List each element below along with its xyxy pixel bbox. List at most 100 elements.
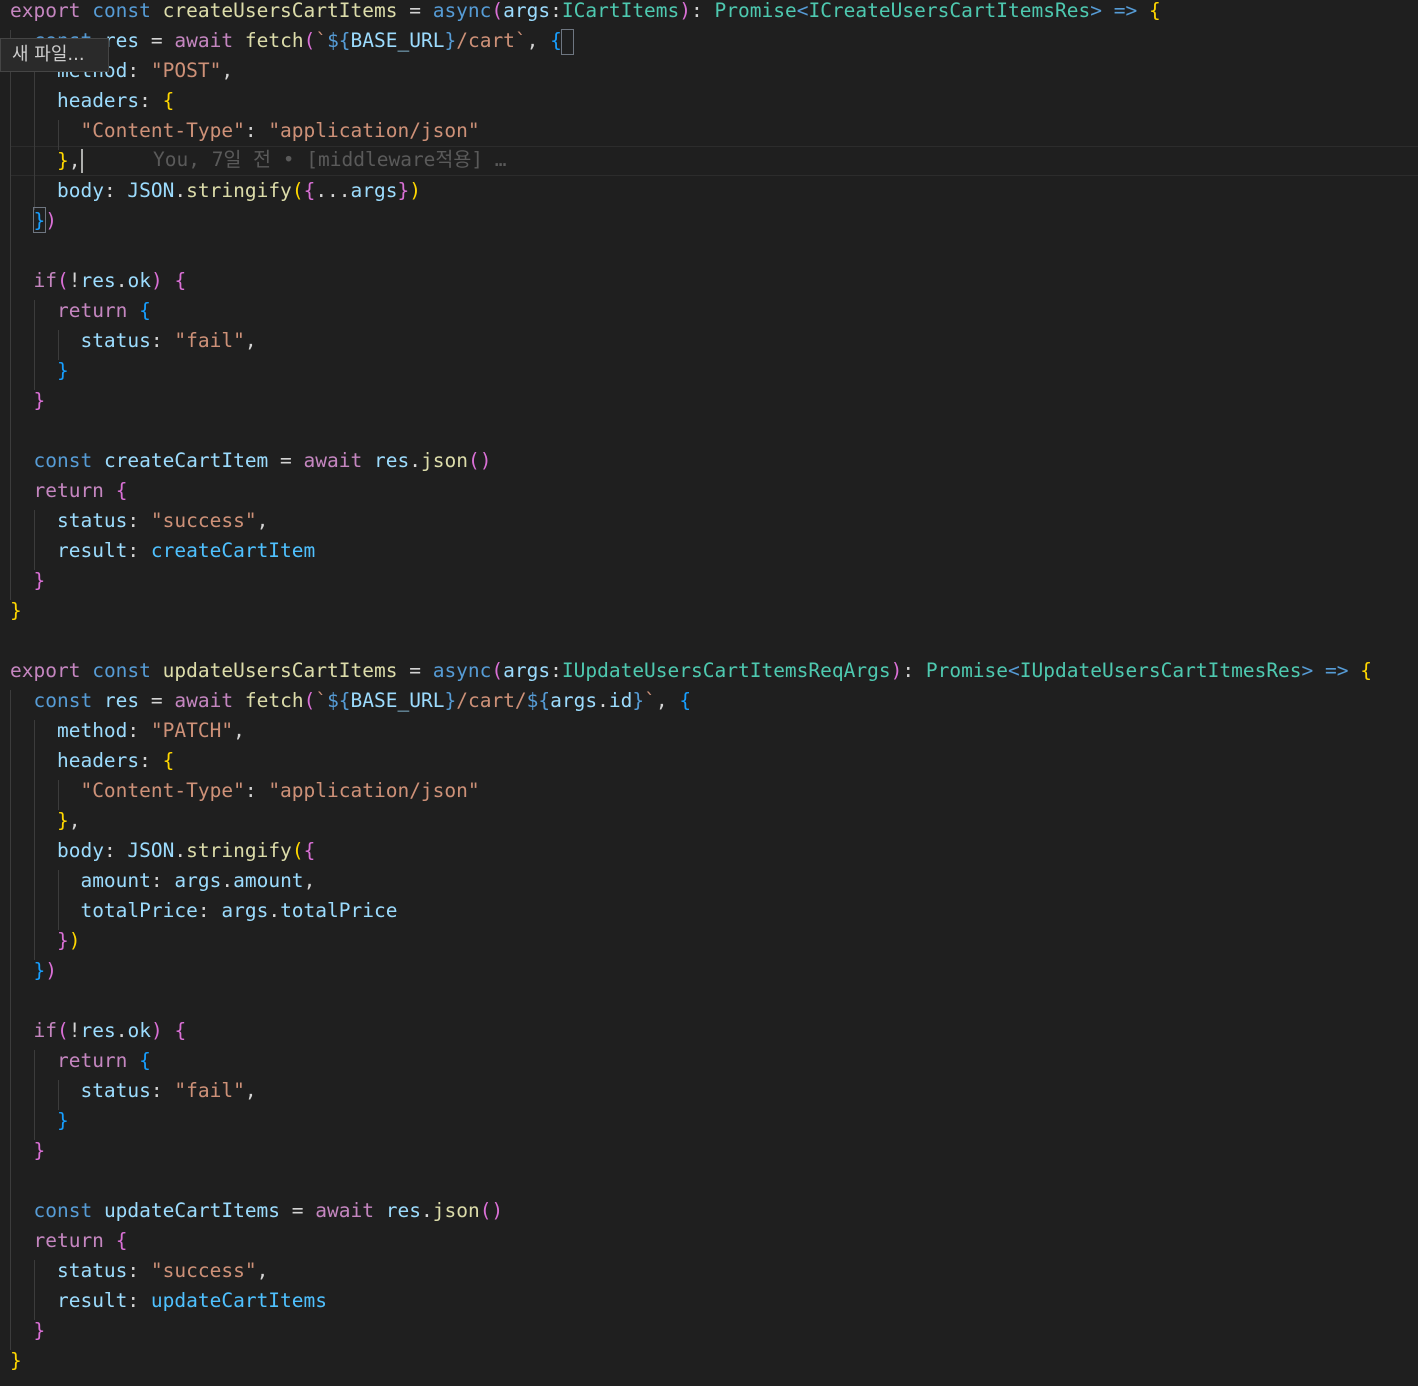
code-line[interactable]: return { (10, 476, 1418, 506)
code-token: updateCartItems (150, 1289, 328, 1312)
code-line[interactable]: "Content-Type": "application/json" (10, 116, 1418, 146)
code-line[interactable]: body: JSON.stringify({ (10, 836, 1418, 866)
code-line[interactable]: method: "POST", (10, 56, 1418, 86)
code-token: , (526, 29, 551, 52)
code-line[interactable]: method: "PATCH", (10, 716, 1418, 746)
code-token: = (280, 1199, 316, 1222)
code-line[interactable]: const createCartItem = await res.json() (10, 446, 1418, 476)
code-token: } (33, 389, 46, 412)
code-token: method (56, 719, 128, 742)
code-token: } (56, 359, 69, 382)
code-token: < (1008, 659, 1020, 682)
code-line[interactable] (10, 416, 1418, 446)
code-line[interactable]: "Content-Type": "application/json" (10, 776, 1418, 806)
code-token: const (92, 0, 151, 22)
code-token: args (550, 689, 598, 712)
code-line[interactable]: } (10, 1316, 1418, 1346)
code-line[interactable]: const res = await fetch(`${BASE_URL}/car… (10, 686, 1418, 716)
code-token: { (679, 689, 692, 712)
code-token: await (174, 29, 234, 52)
code-token: : (103, 839, 128, 862)
code-token: totalPrice (280, 899, 398, 922)
code-line[interactable]: body: JSON.stringify({...args}) (10, 176, 1418, 206)
code-line[interactable]: headers: { (10, 746, 1418, 776)
code-token: { (115, 1229, 128, 1252)
code-line[interactable]: }) (10, 956, 1418, 986)
code-token: const (92, 659, 151, 682)
code-token: : (550, 659, 562, 682)
code-token: = (139, 29, 175, 52)
code-line[interactable] (10, 236, 1418, 266)
code-line[interactable]: status: "success", (10, 1256, 1418, 1286)
code-line[interactable] (10, 626, 1418, 656)
code-token: result (56, 539, 128, 562)
code-token: ` (315, 29, 328, 52)
code-line[interactable]: return { (10, 1226, 1418, 1256)
code-token: : (139, 89, 163, 112)
code-token: async (432, 659, 492, 682)
code-line[interactable]: const updateCartItems = await res.json() (10, 1196, 1418, 1226)
code-line[interactable]: status: "success", (10, 506, 1418, 536)
code-token: return (33, 479, 104, 502)
code-line[interactable]: export const updateUsersCartItems = asyn… (10, 656, 1418, 686)
code-line[interactable]: } (10, 386, 1418, 416)
code-line[interactable]: }) (10, 926, 1418, 956)
code-token: ${ (327, 29, 351, 52)
code-line[interactable] (10, 1166, 1418, 1196)
code-line[interactable]: if(!res.ok) { (10, 266, 1418, 296)
code-line[interactable]: status: "fail", (10, 1076, 1418, 1106)
code-token: Promise (714, 0, 797, 22)
code-line[interactable]: } (10, 356, 1418, 386)
code-token: ... (315, 179, 351, 202)
code-token: { (303, 179, 316, 202)
code-token: , (244, 329, 257, 352)
code-line[interactable]: } (10, 596, 1418, 626)
code-line[interactable]: if(!res.ok) { (10, 1016, 1418, 1046)
code-line[interactable]: status: "fail", (10, 326, 1418, 356)
code-line[interactable]: } (10, 1136, 1418, 1166)
code-line[interactable]: result: updateCartItems (10, 1286, 1418, 1316)
code-line[interactable]: return { (10, 296, 1418, 326)
code-token: } (56, 809, 69, 832)
new-file-tooltip: 새 파일... (0, 38, 109, 72)
code-token: Promise (925, 659, 1009, 682)
code-line[interactable]: totalPrice: args.totalPrice (10, 896, 1418, 926)
code-token: . (420, 1199, 433, 1222)
code-token: } (10, 599, 22, 622)
code-line[interactable]: } (10, 1106, 1418, 1136)
code-token: () (467, 449, 492, 472)
code-line[interactable]: return { (10, 1046, 1418, 1076)
code-token: createCartItem (150, 539, 316, 562)
code-line[interactable]: const res = await fetch(`${BASE_URL}/car… (10, 26, 1418, 56)
code-token: ) (150, 269, 163, 292)
code-line[interactable]: } (10, 1346, 1418, 1376)
code-line[interactable]: export const createUsersCartItems = asyn… (10, 0, 1418, 26)
code-line[interactable]: headers: { (10, 86, 1418, 116)
code-line[interactable]: } (10, 566, 1418, 596)
code-token: . (174, 179, 187, 202)
code-editor[interactable]: export const createUsersCartItems = asyn… (0, 0, 1418, 1386)
code-token: const (33, 1199, 93, 1222)
code-line[interactable]: }, (10, 806, 1418, 836)
code-token: ( (303, 689, 316, 712)
code-token: ( (291, 839, 304, 862)
code-token: "POST" (150, 59, 222, 82)
code-line[interactable]: amount: args.amount, (10, 866, 1418, 896)
code-line[interactable] (10, 986, 1418, 1016)
code-token: ) (409, 179, 422, 202)
code-token: > (1301, 659, 1314, 682)
code-line[interactable]: }) (10, 206, 1418, 236)
code-token: : (902, 659, 926, 682)
code-token: } (397, 179, 410, 202)
code-line[interactable]: result: createCartItem (10, 536, 1418, 566)
